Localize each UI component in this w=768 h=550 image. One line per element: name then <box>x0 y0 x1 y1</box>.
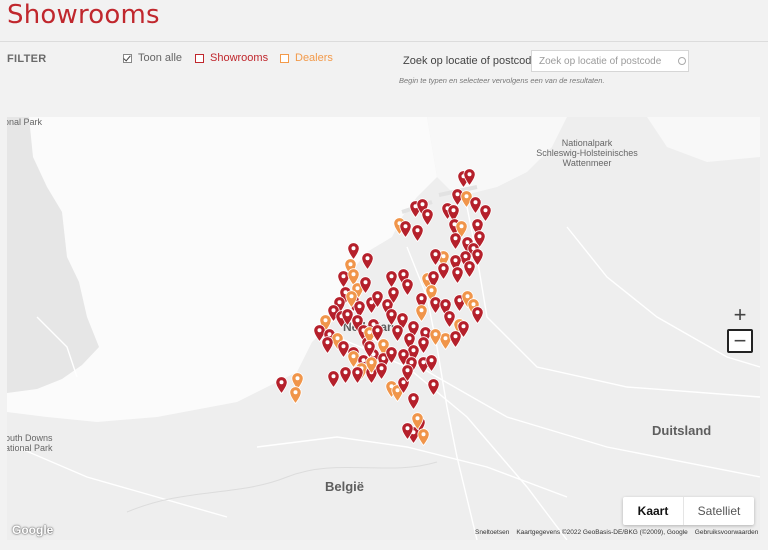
showroom-marker-icon[interactable] <box>401 278 414 296</box>
page-title: Showrooms <box>7 0 160 30</box>
map-label-wadden: Nationalpark Schleswig-Holsteinisches Wa… <box>536 138 638 168</box>
showroom-marker-icon[interactable] <box>363 340 376 358</box>
dealer-marker-icon[interactable] <box>345 290 358 308</box>
filter-label: FILTER <box>7 53 47 65</box>
showroom-marker-icon[interactable] <box>387 286 400 304</box>
showroom-marker-icon[interactable] <box>275 376 288 394</box>
dealer-marker-icon[interactable] <box>411 412 424 430</box>
showroom-marker-icon[interactable] <box>407 392 420 410</box>
map-label-park: onal Park <box>7 117 43 127</box>
showroom-marker-icon[interactable] <box>463 168 476 186</box>
search-label: Zoek op locatie of postcode <box>403 55 538 67</box>
dealers-label: Dealers <box>295 52 333 64</box>
showroom-marker-icon[interactable] <box>351 366 364 384</box>
filter-showrooms[interactable]: Showrooms <box>195 52 268 64</box>
zoom-out-button[interactable]: − <box>727 328 753 353</box>
filter-show-all[interactable]: Toon alle <box>123 52 182 64</box>
map-attribution: Sneltoetsen Kaartgegevens ©2022 GeoBasis… <box>475 529 758 536</box>
show-all-label: Toon alle <box>138 52 183 64</box>
shortcuts-link[interactable]: Sneltoetsen <box>475 529 509 536</box>
map-label-south-downs: outh Downs ational Park <box>7 433 53 453</box>
dealer-marker-icon[interactable] <box>365 356 378 374</box>
zoom-in-button[interactable]: + <box>727 302 753 327</box>
showrooms-label: Showrooms <box>210 52 269 64</box>
showroom-marker-icon[interactable] <box>411 224 424 242</box>
clear-icon[interactable] <box>678 57 686 65</box>
dealer-marker-icon[interactable] <box>429 328 442 346</box>
showroom-marker-icon[interactable] <box>361 252 374 270</box>
showroom-marker-icon[interactable] <box>463 260 476 278</box>
search-hint: Begin te typen en selecteer vervolgens e… <box>399 76 605 85</box>
google-logo: Google <box>12 523 54 537</box>
showroom-marker-icon[interactable] <box>401 364 414 382</box>
dealer-marker-icon[interactable] <box>289 386 302 404</box>
map-type-kaart-button[interactable]: Kaart <box>623 497 684 525</box>
showroom-marker-icon[interactable] <box>457 320 470 338</box>
showroom-marker-icon[interactable] <box>327 370 340 388</box>
showroom-marker-icon[interactable] <box>425 354 438 372</box>
showroom-marker-icon[interactable] <box>339 366 352 384</box>
header-divider <box>0 41 768 42</box>
map-label-belgie: België <box>325 479 365 494</box>
map-data-text: Kaartgegevens ©2022 GeoBasis-DE/BKG (©20… <box>516 529 688 536</box>
map-type-control: Kaart Satelliet <box>623 497 754 525</box>
filter-dealers[interactable]: Dealers <box>280 52 333 64</box>
map-type-satelliet-button[interactable]: Satelliet <box>684 497 754 525</box>
dealers-checkbox[interactable] <box>280 53 289 63</box>
map-label-duitsland: Duitsland <box>652 423 712 438</box>
show-all-checkbox[interactable] <box>123 53 132 63</box>
showroom-marker-icon[interactable] <box>321 336 334 354</box>
search-input[interactable] <box>531 50 689 72</box>
terms-link[interactable]: Gebruiksvoorwaarden <box>695 529 759 536</box>
map[interactable]: onal Park Nationalpark Schleswig-Holstei… <box>7 117 760 540</box>
showroom-marker-icon[interactable] <box>427 378 440 396</box>
showrooms-checkbox[interactable] <box>195 53 204 63</box>
showroom-marker-icon[interactable] <box>371 324 384 342</box>
dealer-marker-icon[interactable] <box>417 428 430 446</box>
showroom-marker-icon[interactable] <box>471 306 484 324</box>
